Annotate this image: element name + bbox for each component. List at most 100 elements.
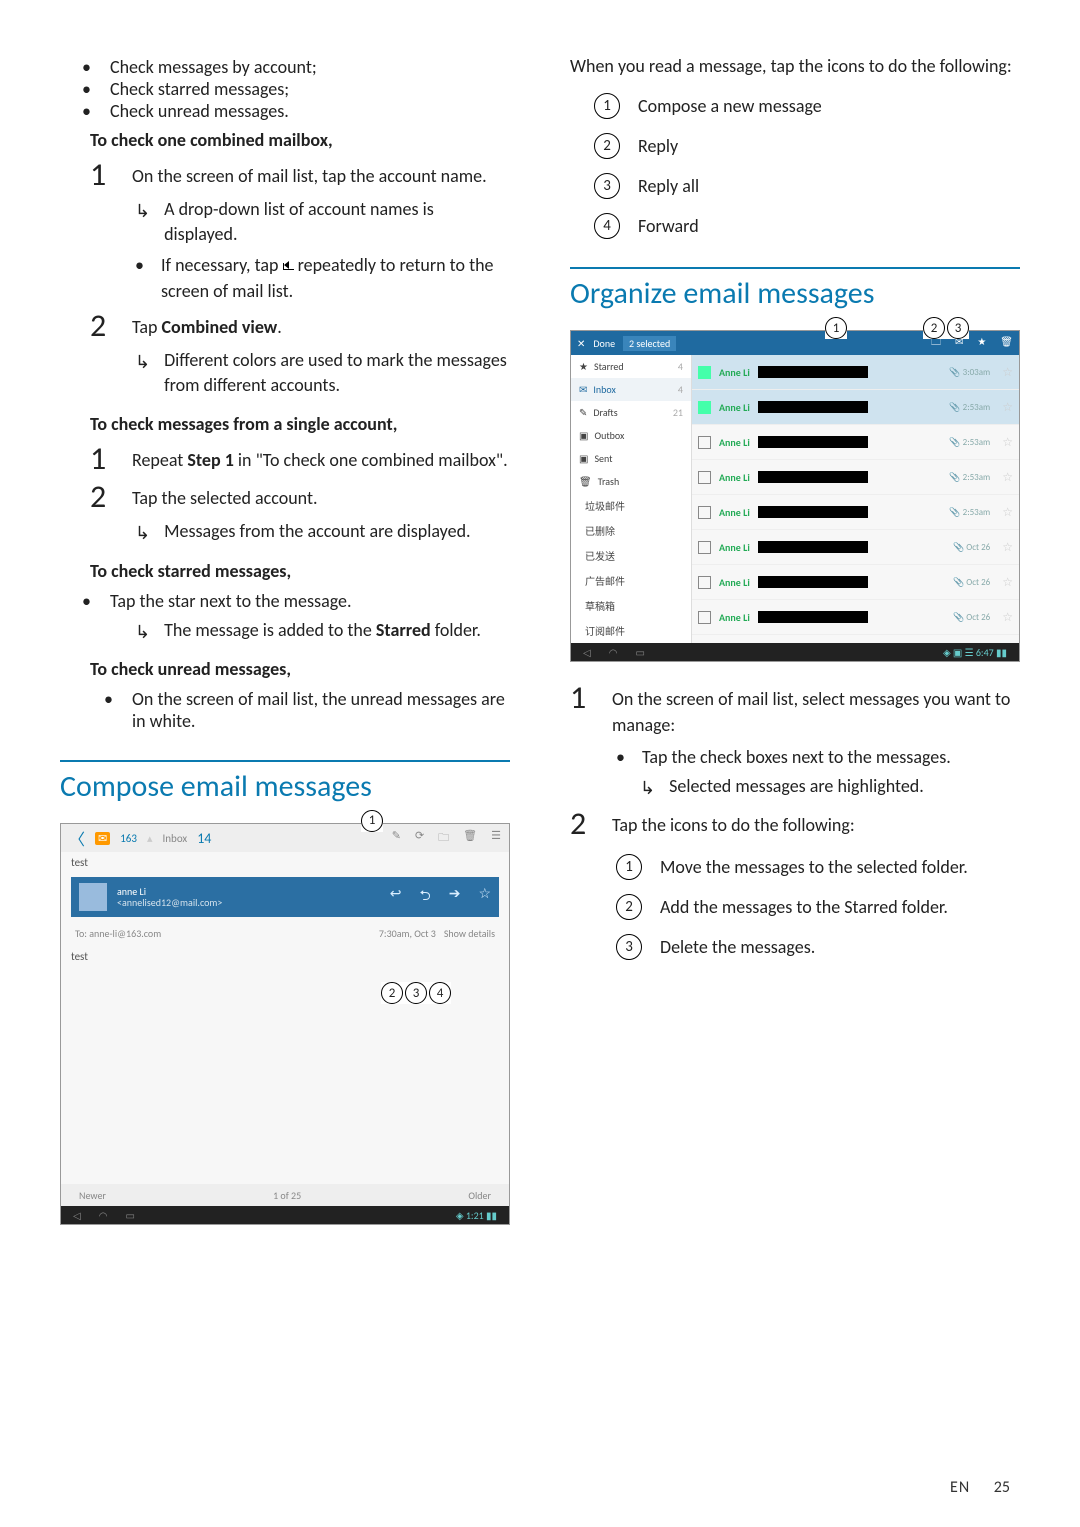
star-icon[interactable]: ★ <box>977 335 986 352</box>
row-checkbox[interactable] <box>698 471 711 484</box>
sidebar-folder-item[interactable]: ✎Drafts21 <box>571 401 691 424</box>
show-details[interactable]: Show details <box>444 927 495 940</box>
folder-icon: ✉ <box>579 383 587 396</box>
top-bullet-list: Check messages by account; Check starred… <box>60 56 510 122</box>
legend-list: 1Compose a new message 2Reply 3Reply all… <box>594 93 1020 239</box>
nav-recent-icon[interactable]: ▭ <box>635 646 644 659</box>
row-star-icon[interactable]: ☆ <box>1002 575 1013 590</box>
row-checkbox[interactable] <box>698 576 711 589</box>
legend-text: Reply all <box>638 175 699 197</box>
legend-text: Move the messages to the selected folder… <box>660 856 968 878</box>
sidebar-folder-item[interactable]: 垃圾邮件 <box>571 493 691 518</box>
row-time: 📎 2:53am <box>949 402 990 413</box>
message-row[interactable]: Anne Li📎 2:53am☆ <box>692 390 1019 425</box>
row-subject-redacted <box>758 576 868 588</box>
sidebar-folder-item[interactable]: 广告邮件 <box>571 568 691 593</box>
row-star-icon[interactable]: ☆ <box>1002 470 1013 485</box>
folder-label: 订阅邮件 <box>585 623 625 638</box>
section-title-compose: Compose email messages <box>60 768 510 805</box>
body-text: test <box>61 946 509 967</box>
row-checkbox[interactable] <box>698 366 711 379</box>
result-text: Messages from the account are displayed. <box>164 519 470 544</box>
star-icon[interactable]: ☆ <box>478 885 491 909</box>
message-list[interactable]: Anne Li📎 3:03am☆Anne Li📎 2:53am☆Anne Li📎… <box>692 355 1019 643</box>
menu-icon[interactable]: ☰ <box>491 829 501 848</box>
row-star-icon[interactable]: ☆ <box>1002 365 1013 380</box>
row-checkbox[interactable] <box>698 611 711 624</box>
message-row[interactable]: Anne Li📎 Oct 26☆ <box>692 600 1019 635</box>
message-row[interactable]: Anne Li📎 2:53am☆ <box>692 460 1019 495</box>
message-row[interactable]: Anne Li📎 3:03am☆ <box>692 355 1019 390</box>
newer-button[interactable]: Newer <box>79 1189 106 1202</box>
sidebar-folder-item[interactable]: 已发送 <box>571 543 691 568</box>
sidebar-folder-item[interactable]: ★Starred4 <box>571 355 691 378</box>
close-icon[interactable]: ✕ <box>577 337 585 350</box>
message-row[interactable]: Anne Li📎 Oct 26☆ <box>692 530 1019 565</box>
nav-back-icon[interactable]: ◁ <box>583 646 591 659</box>
step-text: Tap the icons to do the following: <box>612 808 1020 838</box>
folder-sidebar[interactable]: ★Starred4✉Inbox4✎Drafts21▣Outbox▣Sent🗑Tr… <box>571 355 692 643</box>
folder-icon[interactable]: 🗀 <box>438 829 449 848</box>
trash-icon[interactable]: 🗑 <box>463 829 477 848</box>
message-row[interactable]: Anne Li📎 2:53am☆ <box>692 495 1019 530</box>
sender-address: <annelised12@mail.com> <box>117 896 222 909</box>
row-star-icon[interactable]: ☆ <box>1002 435 1013 450</box>
folder-icon: 🗑 <box>579 475 592 488</box>
forward-icon[interactable]: ➔ <box>449 885 461 909</box>
step-number: 2 <box>90 481 114 513</box>
row-star-icon[interactable]: ☆ <box>1002 610 1013 625</box>
refresh-icon[interactable]: ⟳ <box>415 829 424 848</box>
result-text: Different colors are used to mark the me… <box>164 348 510 398</box>
row-subject-redacted <box>758 471 868 483</box>
sidebar-folder-item[interactable]: ▣Sent <box>571 447 691 470</box>
sidebar-folder-item[interactable]: 已删除 <box>571 518 691 543</box>
row-checkbox[interactable] <box>698 541 711 554</box>
row-star-icon[interactable]: ☆ <box>1002 505 1013 520</box>
row-checkbox[interactable] <box>698 436 711 449</box>
sidebar-folder-item[interactable]: 订阅邮件 <box>571 618 691 643</box>
done-button[interactable]: Done <box>593 337 615 350</box>
row-checkbox[interactable] <box>698 506 711 519</box>
folder-icon: ★ <box>579 360 588 373</box>
mail-topbar[interactable]: 〈 ✉ 163 ▴ Inbox 14 ✎ ⟳ 🗀 🗑 ☰ <box>61 824 509 852</box>
result-line: ↳ Different colors are used to mark the … <box>135 348 510 398</box>
step-text: Repeat Step 1 in "To check one combined … <box>132 443 510 473</box>
sidebar-folder-item[interactable]: 草稿箱 <box>571 593 691 618</box>
row-checkbox[interactable] <box>698 401 711 414</box>
legend-text: Forward <box>638 215 699 237</box>
heading-unread: To check unread messages, <box>90 657 510 682</box>
row-star-icon[interactable]: ☆ <box>1002 400 1013 415</box>
inbox-count: 14 <box>197 830 211 847</box>
page-footer: EN 25 <box>950 1478 1010 1497</box>
compose-icon[interactable]: ✎ <box>392 829 401 848</box>
sender-bar[interactable]: anne Li <annelised12@mail.com> ↩ ⮌ ➔ ☆ <box>71 877 499 917</box>
row-star-icon[interactable]: ☆ <box>1002 540 1013 555</box>
older-button[interactable]: Older <box>468 1189 491 1202</box>
nav-home-icon[interactable]: ◠ <box>99 1209 108 1222</box>
message-row[interactable]: Anne Li📎 Oct 26☆ <box>692 565 1019 600</box>
legend-text: Reply <box>638 135 678 157</box>
account-name: 163 <box>120 832 137 845</box>
step-number: 2 <box>570 808 594 840</box>
row-subject-redacted <box>758 401 868 413</box>
reply-all-icon[interactable]: ⮌ <box>419 885 430 909</box>
heading-single: To check messages from a single account, <box>90 412 510 437</box>
reply-icon[interactable]: ↩ <box>390 885 402 909</box>
nav-recent-icon[interactable]: ▭ <box>125 1209 134 1222</box>
back-chevron-icon[interactable]: 〈 <box>69 826 85 850</box>
right-column: When you read a message, tap the icons t… <box>570 50 1020 1245</box>
message-row[interactable]: Anne Li📎 2:53am☆ <box>692 425 1019 460</box>
legend-num-icon: 1 <box>594 93 620 119</box>
compose-screenshot: 1 〈 ✉ 163 ▴ Inbox 14 ✎ ⟳ 🗀 🗑 ☰ test anne… <box>60 823 510 1225</box>
account-badge-icon[interactable]: ✉ <box>95 832 110 845</box>
trash-icon[interactable]: 🗑 <box>1000 335 1013 352</box>
avatar-icon <box>79 883 107 911</box>
org-step-1: 1 On the screen of mail list, select mes… <box>570 682 1020 738</box>
nav-back-icon[interactable]: ◁ <box>73 1209 81 1222</box>
sidebar-folder-item[interactable]: ✉Inbox4 <box>571 378 691 401</box>
nav-home-icon[interactable]: ◠ <box>609 646 618 659</box>
row-time: 📎 Oct 26 <box>953 542 990 553</box>
sidebar-folder-item[interactable]: 🗑Trash <box>571 470 691 493</box>
sidebar-folder-item[interactable]: ▣Outbox <box>571 424 691 447</box>
step-1: 1 On the screen of mail list, tap the ac… <box>90 159 510 191</box>
